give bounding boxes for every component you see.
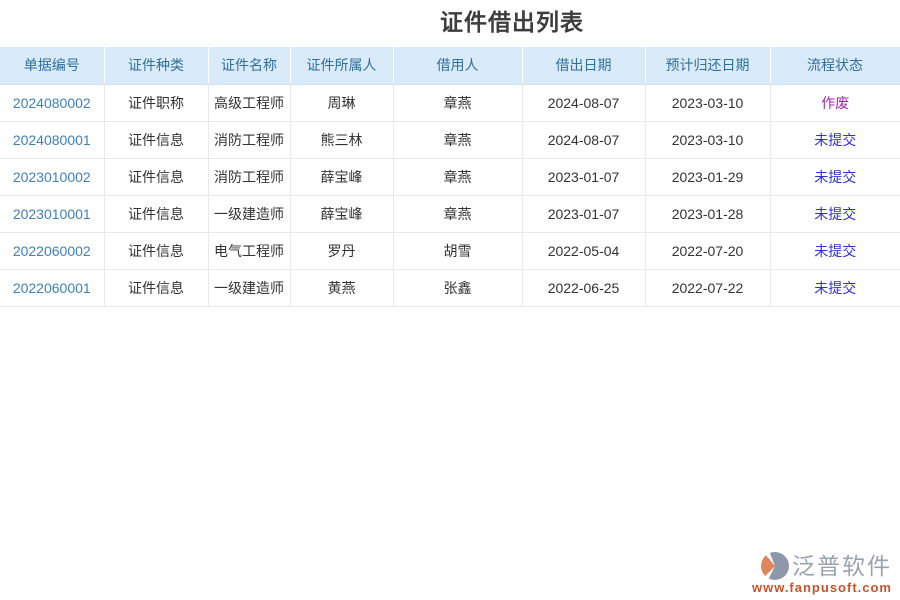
document-number-link[interactable]: 2022060001 [13,280,91,296]
column-header: 单据编号 [0,47,104,84]
document-number-link[interactable]: 2022060002 [13,243,91,259]
column-header: 预计归还日期 [645,47,770,84]
cell-borrower: 章燕 [393,84,522,121]
cell-lend-date: 2023-01-07 [522,158,645,195]
cell-certificate-owner: 薛宝峰 [290,158,393,195]
table-row: 2024080001 证件信息 消防工程师 熊三林 章燕 2024-08-07 … [0,121,900,158]
status-link[interactable]: 未提交 [814,169,856,185]
status-link[interactable]: 作废 [821,95,849,111]
cell-lend-date: 2022-05-04 [522,232,645,269]
cell-borrower: 章燕 [393,195,522,232]
document-number-link[interactable]: 2023010002 [13,169,91,185]
cell-expected-return-date: 2023-03-10 [645,84,770,121]
cell-lend-date: 2023-01-07 [522,195,645,232]
cell-certificate-type: 证件信息 [104,158,208,195]
cell-certificate-owner: 罗丹 [290,232,393,269]
table-row: 2023010002 证件信息 消防工程师 薛宝峰 章燕 2023-01-07 … [0,158,900,195]
cell-expected-return-date: 2022-07-20 [645,232,770,269]
table-row: 2022060002 证件信息 电气工程师 罗丹 胡雪 2022-05-04 2… [0,232,900,269]
cell-lend-date: 2024-08-07 [522,121,645,158]
cell-process-status: 未提交 [770,232,900,269]
cell-document-number: 2022060002 [0,232,104,269]
cell-process-status: 作废 [770,84,900,121]
cell-expected-return-date: 2023-01-29 [645,158,770,195]
status-link[interactable]: 未提交 [814,280,856,296]
cell-certificate-owner: 黄燕 [290,269,393,306]
cell-certificate-name: 一级建造师 [208,195,290,232]
cell-certificate-type: 证件信息 [104,195,208,232]
cell-certificate-name: 电气工程师 [208,232,290,269]
status-link[interactable]: 未提交 [814,243,856,259]
cell-expected-return-date: 2022-07-22 [645,269,770,306]
cell-lend-date: 2022-06-25 [522,269,645,306]
cell-borrower: 章燕 [393,121,522,158]
column-header: 借用人 [393,47,522,84]
cell-expected-return-date: 2023-03-10 [645,121,770,158]
fanpu-logo-icon [761,552,789,580]
document-number-link[interactable]: 2024080002 [13,95,91,111]
document-number-link[interactable]: 2023010001 [13,206,91,222]
table-row: 2022060001 证件信息 一级建造师 黄燕 张鑫 2022-06-25 2… [0,269,900,306]
cell-document-number: 2023010001 [0,195,104,232]
cell-certificate-name: 消防工程师 [208,158,290,195]
cell-process-status: 未提交 [770,121,900,158]
cell-document-number: 2024080001 [0,121,104,158]
certificate-lending-table: 单据编号 证件种类 证件名称 证件所属人 借用人 借出日期 预计归还日期 流程状… [0,47,900,307]
cell-borrower: 章燕 [393,158,522,195]
fanpu-software-logo[interactable]: 泛普软件 www.fanpusoft.com [752,552,892,595]
cell-certificate-name: 消防工程师 [208,121,290,158]
cell-certificate-type: 证件职称 [104,84,208,121]
cell-certificate-owner: 薛宝峰 [290,195,393,232]
cell-certificate-type: 证件信息 [104,269,208,306]
document-number-link[interactable]: 2024080001 [13,132,91,148]
column-header: 证件所属人 [290,47,393,84]
cell-certificate-type: 证件信息 [104,232,208,269]
cell-document-number: 2023010002 [0,158,104,195]
cell-lend-date: 2024-08-07 [522,84,645,121]
table-row: 2024080002 证件职称 高级工程师 周琳 章燕 2024-08-07 2… [0,84,900,121]
cell-certificate-name: 高级工程师 [208,84,290,121]
cell-borrower: 张鑫 [393,269,522,306]
cell-certificate-owner: 周琳 [290,84,393,121]
cell-certificate-name: 一级建造师 [208,269,290,306]
table-header-row: 单据编号 证件种类 证件名称 证件所属人 借用人 借出日期 预计归还日期 流程状… [0,47,900,84]
cell-process-status: 未提交 [770,269,900,306]
cell-borrower: 胡雪 [393,232,522,269]
brand-name: 泛普软件 [792,552,892,580]
column-header: 证件名称 [208,47,290,84]
status-link[interactable]: 未提交 [814,132,856,148]
cell-expected-return-date: 2023-01-28 [645,195,770,232]
table-body: 2024080002 证件职称 高级工程师 周琳 章燕 2024-08-07 2… [0,84,900,306]
table-row: 2023010001 证件信息 一级建造师 薛宝峰 章燕 2023-01-07 … [0,195,900,232]
cell-certificate-type: 证件信息 [104,121,208,158]
title-bar: 证件借出列表 [0,0,900,47]
brand-url-link[interactable]: www.fanpusoft.com [752,580,892,595]
cell-certificate-owner: 熊三林 [290,121,393,158]
cell-document-number: 2022060001 [0,269,104,306]
page-title: 证件借出列表 [124,7,900,37]
status-link[interactable]: 未提交 [814,206,856,222]
column-header: 流程状态 [770,47,900,84]
cell-process-status: 未提交 [770,158,900,195]
cell-process-status: 未提交 [770,195,900,232]
column-header: 证件种类 [104,47,208,84]
column-header: 借出日期 [522,47,645,84]
cell-document-number: 2024080002 [0,84,104,121]
